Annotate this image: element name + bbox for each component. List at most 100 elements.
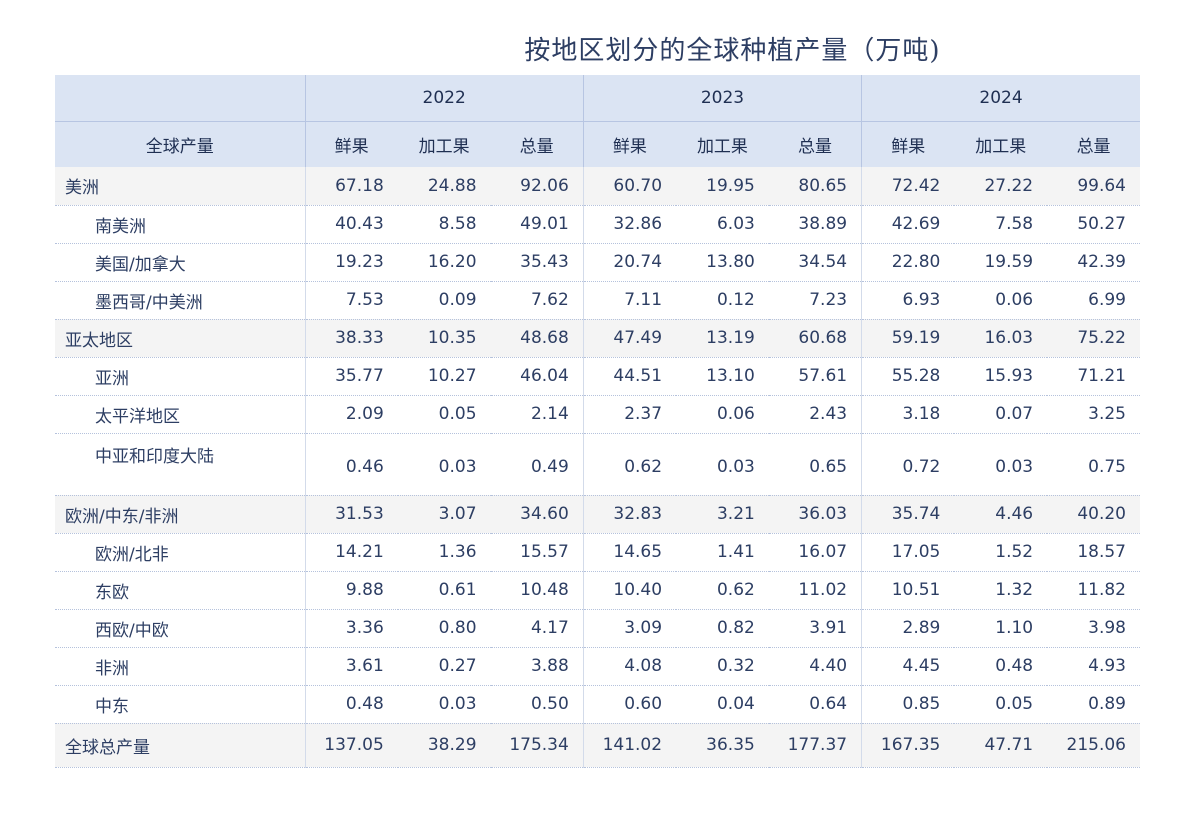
value-cell: 2.89 [861, 609, 955, 648]
value-cell: 137.05 [305, 723, 398, 768]
value-cell: 27.22 [954, 167, 1048, 206]
value-cell: 18.57 [1047, 533, 1140, 572]
table-row: 亚太地区 38.33 10.35 48.68 47.49 13.19 60.68 59.19 1… [55, 319, 1140, 358]
value-cell: 47.49 [582, 319, 677, 358]
value-cell: 0.06 [676, 395, 769, 434]
value-cell: 67.18 [305, 167, 398, 206]
value-cell: 92.06 [490, 167, 584, 206]
table-row: 全球总产量 137.05 38.29 175.34 141.02 36.35 177.37 1… [55, 723, 1140, 768]
value-cell: 1.52 [954, 533, 1048, 572]
value-cell: 2.09 [305, 395, 398, 434]
value-cell: 4.08 [582, 647, 677, 686]
value-cell: 7.58 [954, 205, 1048, 244]
value-cell: 50.27 [1047, 205, 1140, 244]
value-cell: 16.03 [954, 319, 1048, 358]
value-cell: 17.05 [861, 533, 955, 572]
table-row: 欧洲/中东/非洲 31.53 3.07 34.60 32.83 3.21 36.03 35.7… [55, 495, 1140, 534]
value-cell: 71.21 [1047, 357, 1140, 396]
region-label: 美洲 [55, 167, 306, 206]
value-cell: 16.07 [768, 533, 862, 572]
region-label: 太平洋地区 [55, 395, 306, 434]
value-cell: 10.51 [861, 571, 955, 610]
value-cell: 175.34 [490, 723, 584, 768]
table-row: 欧洲/北非 14.21 1.36 15.57 14.65 1.41 16.07 17.05 1.… [55, 533, 1140, 572]
value-cell: 38.29 [397, 723, 491, 768]
value-cell: 0.06 [954, 281, 1048, 320]
table-row: 亚洲 35.77 10.27 46.04 44.51 13.10 57.61 55.28 15.… [55, 357, 1140, 396]
value-cell: 19.95 [676, 167, 769, 206]
value-cell: 1.41 [676, 533, 769, 572]
table-row: 中亚和印度大陆 0.46 0.03 0.49 0.62 0.03 0.65 0.72 0.03 0… [55, 433, 1140, 496]
value-cell: 0.72 [861, 433, 955, 496]
chart-title: 按地区划分的全球种植产量（万吨) [524, 36, 941, 66]
value-cell: 4.40 [768, 647, 862, 686]
value-cell: 40.20 [1047, 495, 1140, 534]
value-cell: 7.53 [305, 281, 398, 320]
value-cell: 3.36 [305, 609, 398, 648]
value-cell: 0.48 [305, 685, 398, 724]
column-header: 总量 [1047, 121, 1140, 167]
value-cell: 141.02 [582, 723, 677, 768]
value-cell: 6.03 [676, 205, 769, 244]
region-label: 中亚和印度大陆 [55, 433, 306, 496]
column-header: 鲜果 [582, 121, 677, 167]
value-cell: 6.99 [1047, 281, 1140, 320]
value-cell: 167.35 [861, 723, 955, 768]
region-label: 亚太地区 [55, 319, 306, 358]
value-cell: 49.01 [490, 205, 584, 244]
value-cell: 75.22 [1047, 319, 1140, 358]
table-body: 美洲 67.18 24.88 92.06 60.70 19.95 80.65 72.42 27.… [55, 167, 1140, 768]
value-cell: 3.88 [490, 647, 584, 686]
value-cell: 20.74 [582, 243, 677, 282]
region-label: 亚洲 [55, 357, 306, 396]
year-header: 2023 [582, 75, 862, 122]
value-cell: 48.68 [490, 319, 584, 358]
value-cell: 15.57 [490, 533, 584, 572]
value-cell: 0.03 [676, 433, 769, 496]
value-cell: 60.70 [582, 167, 677, 206]
value-cell: 14.21 [305, 533, 398, 572]
value-cell: 3.61 [305, 647, 398, 686]
value-cell: 10.40 [582, 571, 677, 610]
value-cell: 7.62 [490, 281, 584, 320]
value-cell: 40.43 [305, 205, 398, 244]
value-cell: 0.82 [676, 609, 769, 648]
value-cell: 4.17 [490, 609, 584, 648]
value-cell: 0.49 [490, 433, 584, 496]
value-cell: 19.23 [305, 243, 398, 282]
region-label: 南美洲 [55, 205, 306, 244]
value-cell: 0.05 [954, 685, 1048, 724]
value-cell: 177.37 [768, 723, 862, 768]
header-corner [55, 75, 305, 122]
value-cell: 57.61 [768, 357, 862, 396]
column-header: 总量 [490, 121, 584, 167]
value-cell: 0.03 [397, 685, 491, 724]
column-header: 总量 [768, 121, 862, 167]
value-cell: 32.86 [582, 205, 677, 244]
value-cell: 46.04 [490, 357, 584, 396]
year-header: 2022 [304, 75, 584, 122]
value-cell: 4.46 [954, 495, 1048, 534]
region-label: 美国/加拿大 [55, 243, 306, 282]
value-cell: 35.74 [861, 495, 955, 534]
value-cell: 0.62 [582, 433, 677, 496]
column-header: 加工果 [397, 121, 491, 167]
value-cell: 0.04 [676, 685, 769, 724]
value-cell: 2.43 [768, 395, 862, 434]
table-row: 美洲 67.18 24.88 92.06 60.70 19.95 80.65 72.42 27.… [55, 167, 1140, 206]
value-cell: 13.19 [676, 319, 769, 358]
value-cell: 0.48 [954, 647, 1048, 686]
value-cell: 11.02 [768, 571, 862, 610]
column-header: 鲜果 [861, 121, 955, 167]
value-cell: 7.11 [582, 281, 677, 320]
table-row: 南美洲 40.43 8.58 49.01 32.86 6.03 38.89 42.69 7.58… [55, 205, 1140, 244]
value-cell: 0.75 [1047, 433, 1140, 496]
value-cell: 2.14 [490, 395, 584, 434]
value-cell: 35.77 [305, 357, 398, 396]
value-cell: 47.71 [954, 723, 1048, 768]
value-cell: 55.28 [861, 357, 955, 396]
region-label: 欧洲/中东/非洲 [55, 495, 306, 534]
value-cell: 0.85 [861, 685, 955, 724]
table-row: 非洲 3.61 0.27 3.88 4.08 0.32 4.40 4.45 0.48 4.93 [55, 647, 1140, 686]
value-cell: 24.88 [397, 167, 491, 206]
